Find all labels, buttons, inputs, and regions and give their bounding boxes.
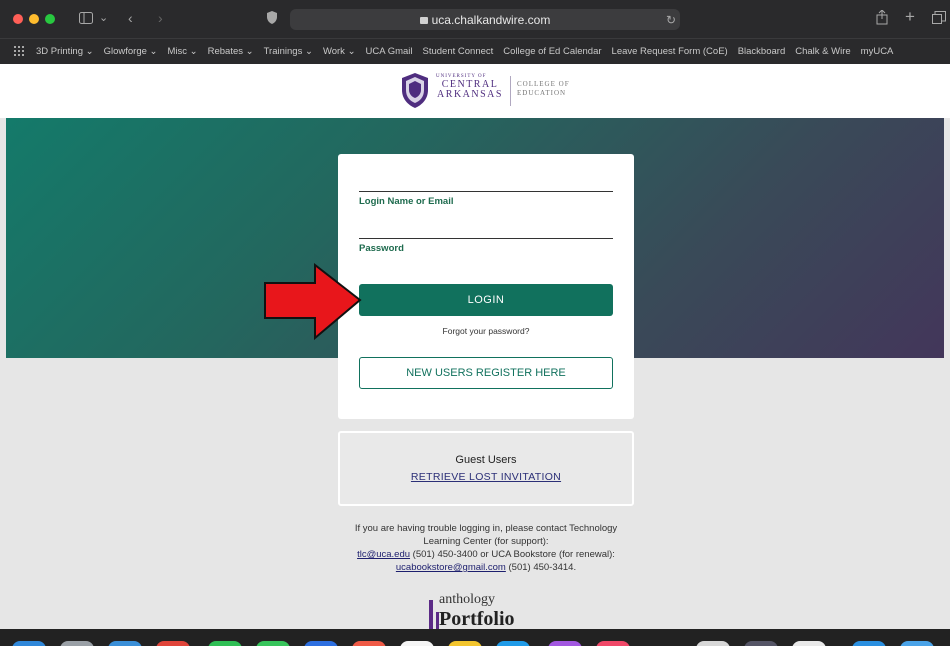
bookmarks-bar: 3D Printing ⌄ Glowforge ⌄ Misc ⌄ Rebates… bbox=[0, 38, 950, 64]
safari-icon[interactable] bbox=[108, 641, 142, 646]
tab-overview-icon[interactable] bbox=[932, 11, 946, 26]
logo-college-of: COLLEGE OF bbox=[517, 80, 570, 88]
finder-icon[interactable] bbox=[12, 641, 46, 646]
facetime-icon[interactable] bbox=[256, 641, 290, 646]
bookmark-leave-request[interactable]: Leave Request Form (CoE) bbox=[612, 46, 728, 57]
grid-icon[interactable] bbox=[14, 46, 24, 61]
textedit-icon[interactable] bbox=[792, 641, 826, 646]
uca-seal-icon bbox=[402, 73, 428, 108]
messages-icon[interactable] bbox=[208, 641, 242, 646]
url-text: uca.chalkandwire.com bbox=[431, 13, 551, 27]
minimize-window-button[interactable] bbox=[29, 14, 39, 24]
bookmark-glowforge[interactable]: Glowforge ⌄ bbox=[104, 46, 158, 57]
calendar-icon[interactable] bbox=[352, 641, 386, 646]
logo-education: EDUCATION bbox=[517, 89, 567, 97]
privacy-shield-icon[interactable] bbox=[267, 11, 277, 26]
login-button[interactable]: LOGIN bbox=[359, 284, 613, 316]
forward-arrow-icon[interactable]: › bbox=[158, 11, 163, 25]
tlc-phone: (501) 450-3400 or UCA Bookstore (for ren… bbox=[410, 549, 615, 560]
bookmark-chalk-wire[interactable]: Chalk & Wire bbox=[795, 46, 850, 57]
password-label: Password bbox=[359, 243, 404, 254]
chrome-icon[interactable] bbox=[156, 641, 190, 646]
logo-arkansas: ARKANSAS bbox=[437, 89, 503, 100]
bookmark-uca-gmail[interactable]: UCA Gmail bbox=[366, 46, 413, 57]
launchpad-icon[interactable] bbox=[60, 641, 94, 646]
guest-users-title: Guest Users bbox=[455, 454, 517, 466]
red-arrow-icon bbox=[264, 263, 362, 341]
username-label: Login Name or Email bbox=[359, 196, 454, 207]
bookmark-work[interactable]: Work ⌄ bbox=[323, 46, 356, 57]
page-header: UNIVERSITY OF CENTRAL ARKANSAS COLLEGE O… bbox=[0, 64, 950, 118]
maximize-window-button[interactable] bbox=[45, 14, 55, 24]
bookmark-misc[interactable]: Misc ⌄ bbox=[168, 46, 198, 57]
password-input[interactable] bbox=[359, 238, 613, 239]
bookmark-trainings[interactable]: Trainings ⌄ bbox=[264, 46, 313, 57]
bookmark-student-connect[interactable]: Student Connect bbox=[423, 46, 494, 57]
logo-divider bbox=[510, 76, 511, 106]
bookmark-3d-printing[interactable]: 3D Printing ⌄ bbox=[36, 46, 94, 57]
forgot-password-link[interactable]: Forgot your password? bbox=[338, 326, 634, 336]
bookstore-phone: (501) 450-3414. bbox=[505, 562, 577, 573]
downloads-icon[interactable] bbox=[852, 641, 886, 646]
login-card: Login Name or Email Password LOGIN Forgo… bbox=[338, 154, 634, 419]
podcasts-icon[interactable] bbox=[548, 641, 582, 646]
bookmark-college-calendar[interactable]: College of Ed Calendar bbox=[503, 46, 601, 57]
help-intro: If you are having trouble logging in, pl… bbox=[354, 523, 618, 547]
back-arrow-icon[interactable]: ‹ bbox=[128, 11, 133, 25]
macos-dock bbox=[0, 629, 950, 646]
trash-icon[interactable] bbox=[900, 641, 934, 646]
app-store-icon[interactable] bbox=[496, 641, 530, 646]
system-preferences-icon[interactable] bbox=[744, 641, 778, 646]
sidebar-toggle-icon[interactable] bbox=[79, 12, 93, 26]
address-bar[interactable]: uca.chalkandwire.com ↻ bbox=[290, 9, 680, 30]
logo-college-of-education: COLLEGE OF EDUCATION bbox=[517, 80, 570, 98]
share-icon[interactable] bbox=[876, 9, 888, 27]
new-tab-icon[interactable]: + bbox=[905, 8, 915, 25]
photos-icon[interactable] bbox=[400, 641, 434, 646]
portfolio-wordmark: Portfolio bbox=[439, 608, 515, 630]
music-icon[interactable] bbox=[596, 641, 630, 646]
help-text: If you are having trouble logging in, pl… bbox=[338, 522, 634, 574]
anthology-logo-bar bbox=[429, 600, 433, 630]
chevron-down-icon[interactable]: ⌄ bbox=[99, 11, 108, 25]
guest-users-box: Guest Users RETRIEVE LOST INVITATION bbox=[338, 431, 634, 506]
bookmark-rebates[interactable]: Rebates ⌄ bbox=[208, 46, 254, 57]
browser-titlebar: ⌄ ‹ › uca.chalkandwire.com ↻ + bbox=[0, 0, 950, 38]
bookmark-blackboard[interactable]: Blackboard bbox=[738, 46, 786, 57]
preview-icon[interactable] bbox=[696, 641, 730, 646]
logo-central-arkansas: CENTRAL ARKANSAS bbox=[436, 80, 504, 100]
anthology-wordmark: anthology bbox=[439, 592, 495, 607]
username-input[interactable] bbox=[359, 191, 613, 192]
close-window-button[interactable] bbox=[13, 14, 23, 24]
reload-icon[interactable]: ↻ bbox=[666, 13, 676, 27]
register-button[interactable]: NEW USERS REGISTER HERE bbox=[359, 357, 613, 389]
retrieve-invitation-link[interactable]: RETRIEVE LOST INVITATION bbox=[340, 471, 632, 483]
bookstore-email-link[interactable]: ucabookstore@gmail.com bbox=[396, 562, 506, 573]
lock-icon bbox=[419, 17, 428, 24]
notes-icon[interactable] bbox=[448, 641, 482, 646]
uca-logo[interactable]: UNIVERSITY OF CENTRAL ARKANSAS COLLEGE O… bbox=[396, 70, 576, 114]
bookmark-myuca[interactable]: myUCA bbox=[861, 46, 894, 57]
mail-icon[interactable] bbox=[304, 641, 338, 646]
tlc-email-link[interactable]: tlc@uca.edu bbox=[357, 549, 410, 560]
